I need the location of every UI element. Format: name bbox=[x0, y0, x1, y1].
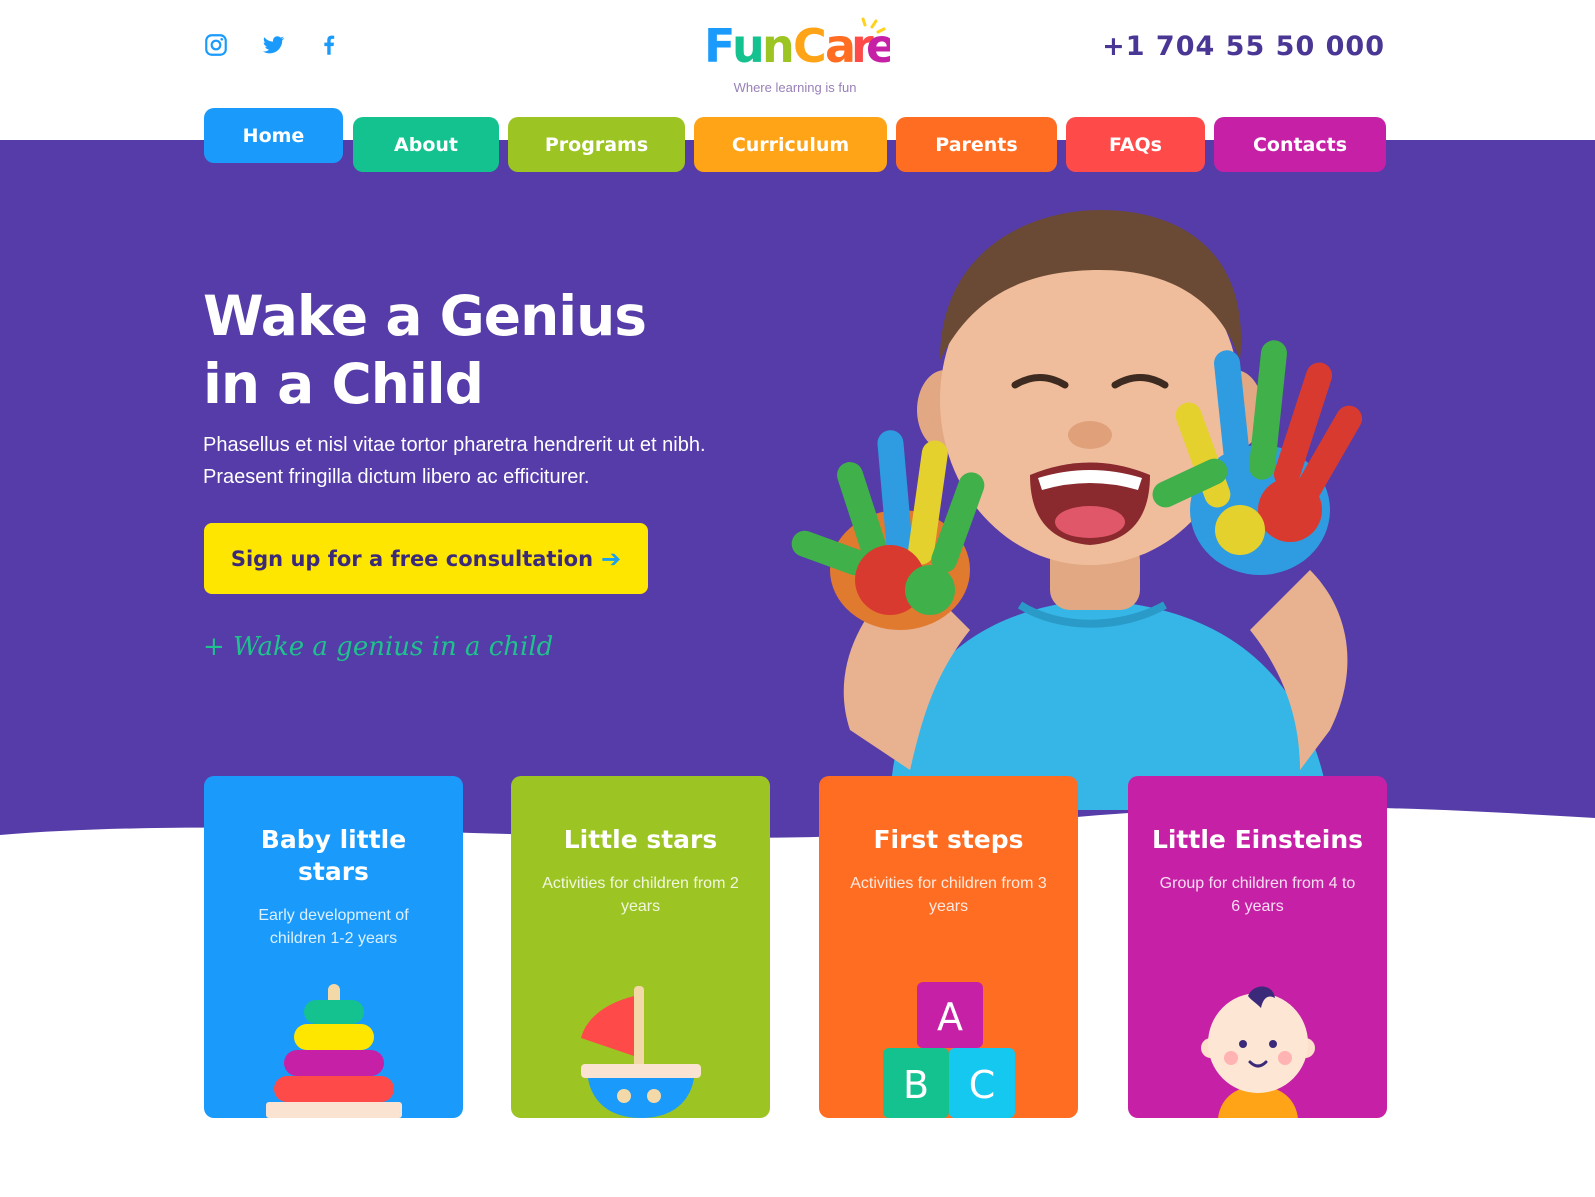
funcare-logo[interactable]: F u n C a r e bbox=[700, 14, 890, 76]
block-c-letter: C bbox=[968, 1063, 995, 1107]
program-card-little-stars[interactable]: Little stars Activities for children fro… bbox=[511, 776, 770, 1118]
nav-about[interactable]: About bbox=[353, 117, 499, 172]
hero-title: Wake a Genius in a Child bbox=[203, 282, 647, 418]
card-title: Little stars bbox=[563, 825, 718, 854]
svg-text:e: e bbox=[866, 19, 890, 73]
hero-text-line1: Phasellus et nisl vitae tortor pharetra … bbox=[203, 434, 706, 456]
abc-blocks-icon: A B C bbox=[882, 982, 1015, 1118]
twitter-icon[interactable] bbox=[260, 32, 286, 58]
card-description: Activities for children from 2 years bbox=[542, 875, 739, 915]
card-description: Activities for children from 3 years bbox=[850, 875, 1047, 915]
svg-text:u: u bbox=[732, 19, 765, 73]
nav-parents[interactable]: Parents bbox=[896, 117, 1057, 172]
svg-text:n: n bbox=[762, 19, 795, 73]
logo-tagline: Where learning is fun bbox=[733, 80, 857, 95]
card-title: Baby little stars bbox=[260, 825, 407, 886]
nav-curriculum[interactable]: Curriculum bbox=[694, 117, 887, 172]
block-b-letter: B bbox=[902, 1063, 928, 1107]
card-description: Group for children from 4 to 6 years bbox=[1159, 875, 1356, 915]
phone-number[interactable]: +1 704 55 50 000 bbox=[1102, 31, 1385, 62]
instagram-icon[interactable] bbox=[203, 32, 229, 58]
hero-text-line2: Praesent fringilla dictum libero ac effi… bbox=[203, 466, 590, 488]
stacking-rings-icon bbox=[265, 984, 402, 1118]
hero-script-tagline: + Wake a genius in a child bbox=[203, 632, 554, 662]
hero-title-line1: Wake a Genius bbox=[203, 284, 647, 348]
hero-description: Phasellus et nisl vitae tortor pharetra … bbox=[203, 429, 706, 493]
facebook-icon[interactable] bbox=[316, 32, 342, 58]
toy-boat-icon bbox=[580, 986, 701, 1118]
hero-title-line2: in a Child bbox=[203, 352, 484, 416]
card-description: Early development of children 1-2 years bbox=[258, 907, 409, 947]
nav-programs[interactable]: Programs bbox=[508, 117, 685, 172]
cta-label: Sign up for a free consultation bbox=[230, 546, 594, 571]
arrow-right-icon: ➔ bbox=[601, 544, 622, 573]
program-card-little-einsteins[interactable]: Little Einsteins Group for children from… bbox=[1128, 776, 1387, 1118]
card-title: Little Einsteins bbox=[1151, 825, 1364, 854]
nav-contacts[interactable]: Contacts bbox=[1214, 117, 1386, 172]
nav-home[interactable]: Home bbox=[204, 108, 343, 163]
baby-face-icon bbox=[1200, 986, 1315, 1118]
svg-text:F: F bbox=[704, 19, 735, 73]
hero-child-image bbox=[791, 210, 1362, 810]
program-card-baby-little-stars[interactable]: Baby little stars Early development of c… bbox=[204, 776, 463, 1118]
program-card-first-steps[interactable]: First steps Activities for children from… bbox=[819, 776, 1078, 1118]
card-title: First steps bbox=[873, 825, 1024, 854]
block-a-letter: A bbox=[937, 995, 963, 1039]
svg-text:C: C bbox=[793, 19, 827, 73]
nav-faqs[interactable]: FAQs bbox=[1066, 117, 1205, 172]
consultation-signup-button[interactable]: Sign up for a free consultation ➔ bbox=[204, 523, 648, 594]
